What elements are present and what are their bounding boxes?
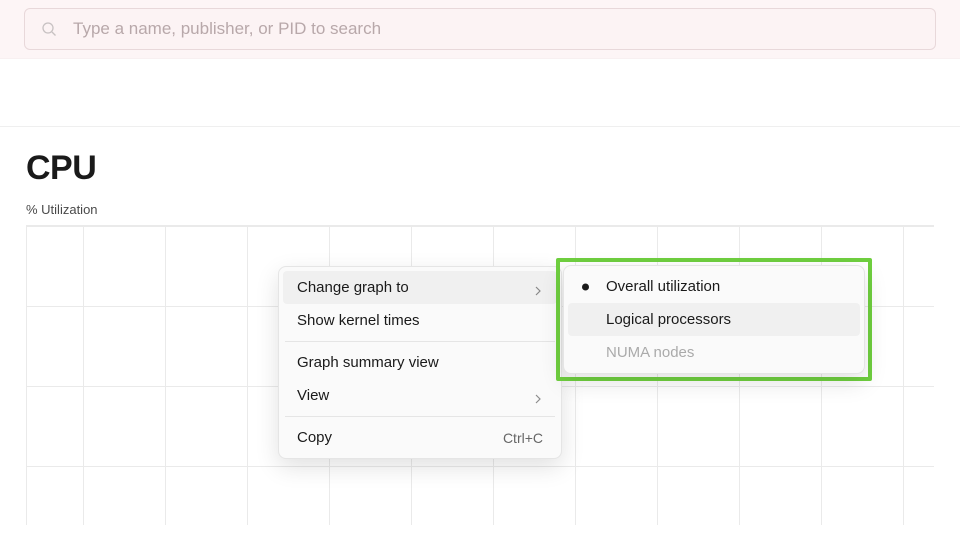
grid-line bbox=[903, 226, 904, 525]
search-bar-container bbox=[0, 0, 960, 59]
menu-item-label: Overall utilization bbox=[606, 278, 720, 295]
menu-item-label: NUMA nodes bbox=[606, 344, 694, 361]
grid-line bbox=[26, 226, 27, 525]
grid-line bbox=[26, 466, 934, 467]
chevron-right-icon bbox=[533, 391, 543, 401]
radio-selected-icon bbox=[582, 283, 589, 290]
change-graph-submenu: Overall utilization Logical processors N… bbox=[563, 265, 865, 374]
menu-item-label: Change graph to bbox=[297, 279, 409, 296]
menu-item-label: Show kernel times bbox=[297, 312, 420, 329]
menu-item-view[interactable]: View bbox=[283, 379, 557, 412]
submenu-item-numa-nodes[interactable]: NUMA nodes bbox=[568, 336, 860, 369]
menu-divider bbox=[285, 416, 555, 417]
chevron-right-icon bbox=[533, 283, 543, 293]
menu-item-graph-summary-view[interactable]: Graph summary view bbox=[283, 346, 557, 379]
search-icon bbox=[41, 21, 57, 37]
menu-item-show-kernel-times[interactable]: Show kernel times bbox=[283, 304, 557, 337]
grid-line bbox=[83, 226, 84, 525]
menu-item-label: Graph summary view bbox=[297, 354, 439, 371]
menu-shortcut: Ctrl+C bbox=[503, 430, 543, 446]
submenu-item-overall-utilization[interactable]: Overall utilization bbox=[568, 270, 860, 303]
menu-item-label: Logical processors bbox=[606, 311, 731, 328]
grid-line bbox=[165, 226, 166, 525]
menu-item-copy[interactable]: Copy Ctrl+C bbox=[283, 421, 557, 454]
search-bar[interactable] bbox=[24, 8, 936, 50]
grid-line bbox=[26, 226, 934, 227]
utilization-label: % Utilization bbox=[26, 202, 934, 217]
submenu-item-logical-processors[interactable]: Logical processors bbox=[568, 303, 860, 336]
grid-line bbox=[247, 226, 248, 525]
search-input[interactable] bbox=[73, 19, 919, 39]
submenu-highlight-box: Overall utilization Logical processors N… bbox=[556, 258, 872, 381]
menu-item-label: Copy bbox=[297, 429, 332, 446]
page-title: CPU bbox=[26, 149, 934, 188]
menu-item-label: View bbox=[297, 387, 329, 404]
menu-divider bbox=[285, 341, 555, 342]
menu-item-change-graph-to[interactable]: Change graph to bbox=[283, 271, 557, 304]
context-menu: Change graph to Show kernel times Graph … bbox=[278, 266, 562, 459]
